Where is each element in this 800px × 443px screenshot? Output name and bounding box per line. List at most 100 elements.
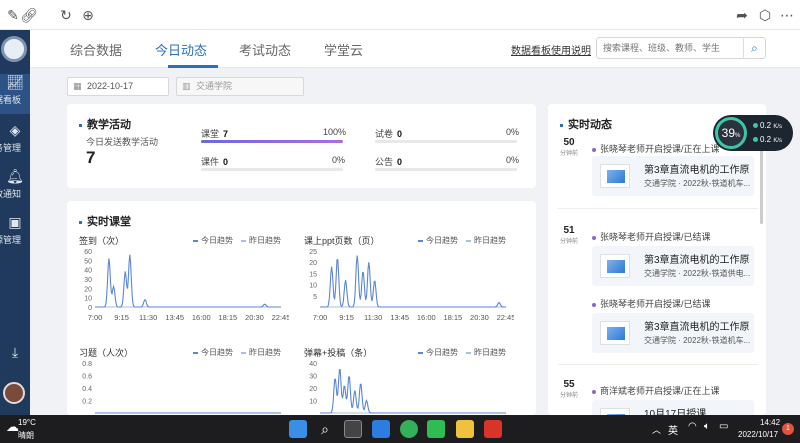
y-tick-label: 0.6 (82, 374, 92, 381)
tab-xuetangyun[interactable]: 学堂云 (324, 40, 363, 59)
clock-time[interactable]: 14:42 (760, 418, 780, 427)
app-icon[interactable] (372, 420, 390, 438)
box-icon: ▣ (8, 214, 22, 230)
card-title: 教学活动 (79, 116, 131, 132)
feed-course-card[interactable]: 第3章直流电机的工作原... 交通学院 · 2022秋-铁道机车... (592, 156, 754, 196)
download-icon: ⤓ (11, 344, 19, 360)
course-title: 第3章直流电机的工作原... (644, 322, 750, 333)
browser-toolbar: ✎ 🔗︎ ↻ ⊕ ➦ ⬡ ⋯ (0, 0, 800, 30)
card-title: 实时动态 (560, 116, 612, 132)
battery-icon[interactable]: ▭ (719, 421, 728, 432)
chart-legend: 今日趋势 昨日趋势 (418, 347, 506, 358)
chart-icon: 📈︎ (6, 74, 24, 90)
metric-courseware-bar (201, 168, 343, 171)
y-tick-label: 0.4 (82, 386, 92, 393)
college-select[interactable]: ▥ 交通学院 (176, 77, 304, 96)
y-tick-label: 5 (313, 294, 317, 301)
task-view-icon[interactable] (344, 420, 362, 438)
feed-time: 51 分钟前 (559, 225, 578, 245)
today-activity-label: 今日发送教学活动 (86, 137, 159, 147)
slides-icon (600, 408, 630, 415)
feed-headline: 张晓琴老师开启授课/已结课 (592, 230, 711, 243)
feed-scrollbar[interactable] (760, 144, 763, 224)
y-tick-label: 10 (309, 283, 317, 290)
course-meta: 交通学院 · 2022秋-铁道供电... (644, 269, 750, 278)
notification-badge[interactable]: 1 (782, 423, 794, 435)
wps-icon[interactable] (484, 420, 502, 438)
x-tick-label: 16:00 (192, 313, 211, 322)
feed-headline: 商洋斌老师开启授课/正在上课 (592, 384, 720, 397)
y-tick-label: 60 (84, 249, 92, 256)
x-tick-label: 18:15 (218, 313, 237, 322)
feed-course-card[interactable]: 第3章直流电机的工作原... 交通学院 · 2022秋-铁道机车... (592, 313, 754, 353)
download-button[interactable]: ⤓ (0, 344, 30, 366)
calendar-icon: ▦ (73, 81, 82, 91)
sidebar-item-notices[interactable]: 🔔︎ 政通知 (0, 168, 30, 208)
tray-chevron-icon[interactable]: ︿ (652, 423, 661, 436)
sidebar-item-tasks[interactable]: ◈ 务管理 (0, 122, 30, 162)
x-tick-label: 9:15 (114, 313, 129, 322)
series-today-line (320, 369, 506, 414)
chart-legend: 今日趋势 昨日趋势 (193, 347, 281, 358)
wechat-icon[interactable] (427, 420, 445, 438)
metric-exam-bar (375, 140, 517, 143)
x-tick-label: 9:15 (339, 313, 354, 322)
sidebar-item-dashboard[interactable]: 📈︎ 据看板 (0, 74, 30, 114)
share-icon[interactable]: ➦ (733, 6, 751, 24)
x-tick-label: 20:30 (245, 313, 264, 322)
clock-date[interactable]: 2022/10/17 (738, 430, 778, 439)
metric-announcement: 公告 0 (375, 157, 403, 167)
cpu-usage-ring: 39% (715, 117, 747, 149)
school-logo[interactable] (1, 36, 27, 62)
tab-overview[interactable]: 综合数据 (70, 40, 122, 59)
y-tick-label: 0 (88, 305, 92, 312)
search-icon[interactable]: ⌕ (743, 38, 765, 58)
feed-headline: 张晓琴老师开启授课/已结课 (592, 297, 711, 310)
help-link[interactable]: 数据看板使用说明 (511, 42, 591, 57)
link-icon[interactable]: 🔗︎ (20, 6, 38, 24)
refresh-icon[interactable]: ↻ (57, 6, 75, 24)
checkin-chart: 0 10 20 30 40 50 60 7:00 9:15 11:30 13:45 16:00 18:1… (84, 249, 289, 322)
feed-time: 55 分钟前 (559, 379, 578, 399)
globe-icon[interactable]: ⊕ (79, 6, 97, 24)
chart-legend: 今日趋势 昨日趋势 (193, 235, 281, 246)
chart-title: 课上ppt页数（页） (304, 236, 380, 246)
input-language[interactable]: 英 (668, 422, 678, 437)
y-tick-label: 40 (309, 361, 317, 368)
metric-classroom: 课堂 7 (201, 129, 229, 139)
folder-icon[interactable] (456, 420, 474, 438)
top-nav: 综合数据 今日动态 考试动态 学堂云 数据看板使用说明 ⌕ (30, 30, 800, 68)
windows-taskbar: ☁ 19°C 晴朗 ⌕ ︿ 英 ◠ 🔈︎ ▭ 14:42 2022/10/17 … (0, 415, 800, 443)
volume-icon[interactable]: 🔈︎ (704, 421, 710, 432)
cube-icon[interactable]: ⬡ (756, 6, 774, 24)
ppt-pages-chart: 5 10 15 20 25 7:00 9:15 11:30 13:45 16:00 18:15 20:… (309, 249, 514, 322)
course-title: 第3章直流电机的工作原... (644, 255, 750, 266)
tab-exams[interactable]: 考试动态 (239, 40, 291, 59)
browser-icon[interactable] (400, 420, 418, 438)
feed-time: 50 分钟前 (559, 137, 578, 157)
network-speed-widget[interactable]: 39% 0.2 K/s 0.2 K/s (713, 115, 793, 151)
divider (558, 208, 758, 209)
start-icon[interactable] (289, 420, 307, 438)
wifi-icon[interactable]: ◠ (688, 421, 697, 432)
avatar[interactable] (3, 382, 25, 404)
slides-icon (600, 164, 630, 188)
more-icon[interactable]: ⋯ (778, 6, 796, 24)
metric-courseware-percent: 0% (332, 155, 346, 165)
active-tab-indicator (168, 65, 218, 68)
feed-course-card[interactable]: 第3章直流电机的工作原... 交通学院 · 2022秋-铁道供电... (592, 246, 754, 286)
sidebar-item-resources[interactable]: ▣ 源管理 (0, 214, 30, 254)
course-title: 10月17日授课 (644, 409, 707, 415)
y-tick-label: 25 (309, 249, 317, 256)
chart-title: 习题（人次） (79, 348, 134, 358)
y-tick-label: 20 (309, 260, 317, 267)
metric-exam: 试卷 0 (375, 129, 403, 139)
search-input[interactable] (603, 38, 743, 58)
search-icon[interactable]: ⌕ (316, 420, 334, 438)
y-tick-label: 50 (84, 258, 92, 265)
search-box: ⌕ (596, 37, 766, 59)
tab-today[interactable]: 今日动态 (155, 40, 207, 59)
metric-exam-percent: 0% (506, 127, 520, 137)
feed-course-card[interactable]: 10月17日授课 (592, 400, 754, 415)
date-picker[interactable]: ▦ 2022-10-17 (67, 77, 169, 96)
